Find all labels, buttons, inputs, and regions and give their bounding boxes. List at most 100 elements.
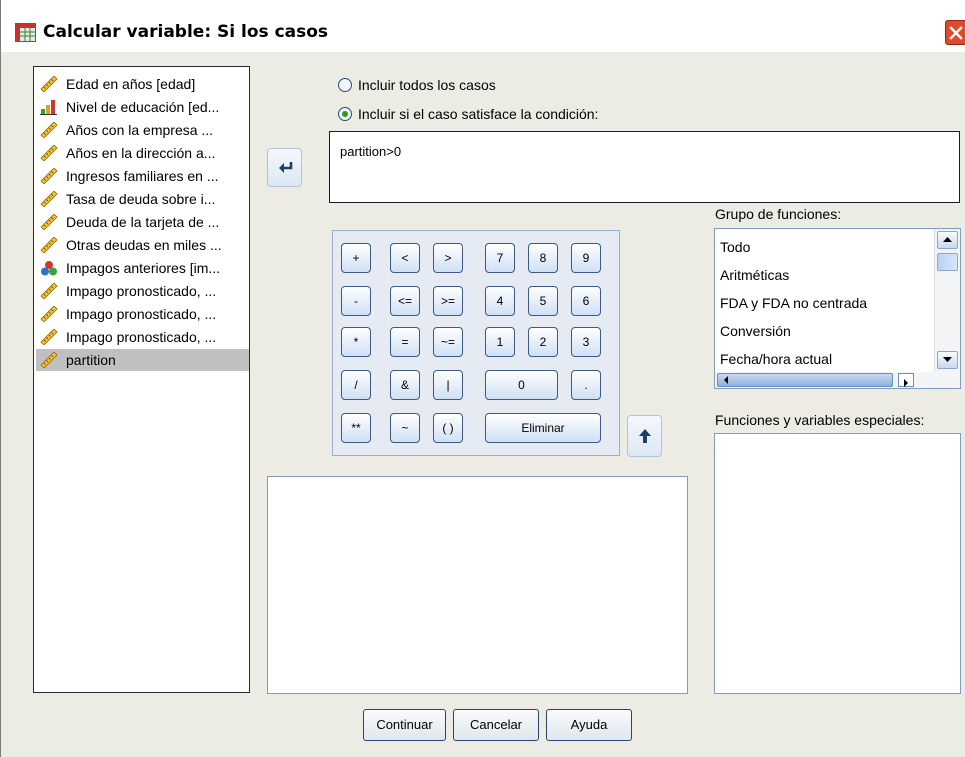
radio-indicator-selected [338, 107, 352, 121]
vertical-scrollbar[interactable] [934, 229, 960, 372]
key-greater-equal-button[interactable]: >= [433, 286, 463, 316]
scroll-up-button[interactable] [937, 231, 958, 249]
ruler-icon [40, 305, 58, 323]
function-group-label: Grupo de funciones: [715, 206, 842, 222]
move-function-button[interactable] [627, 415, 662, 457]
key-digit-1-button[interactable]: 1 [485, 327, 515, 357]
variable-list-item[interactable]: Ingresos familiares en ... [36, 165, 249, 187]
variable-list-item[interactable]: Impagos anteriores [im... [36, 257, 249, 279]
variable-list-item[interactable]: Impago pronosticado, ... [36, 280, 249, 302]
continue-button[interactable]: Continuar [363, 709, 446, 741]
function-description-panel [267, 476, 688, 694]
function-group-item[interactable]: Conversión [720, 323, 791, 339]
special-functions-list[interactable] [714, 433, 961, 694]
cancel-button[interactable]: Cancelar [453, 709, 539, 741]
variable-label: Impago pronosticado, ... [66, 283, 217, 299]
variable-list-item[interactable]: Nivel de educación [ed... [36, 96, 249, 118]
key-not-button[interactable]: ~ [390, 413, 420, 443]
variable-label: Nivel de educación [ed... [66, 99, 220, 115]
horizontal-scroll-thumb[interactable] [717, 373, 893, 387]
variable-label: Impagos anteriores [im... [66, 260, 221, 276]
key-equals-button[interactable]: = [390, 327, 420, 357]
function-group-item[interactable]: FDA y FDA no centrada [720, 295, 867, 311]
key-plus-button[interactable]: + [341, 243, 371, 273]
variable-list-item[interactable]: Años en la dirección a... [36, 142, 249, 164]
bar-chart-icon [40, 99, 58, 115]
key-digit-0-button[interactable]: 0 [485, 370, 558, 400]
variable-list-item[interactable]: Impago pronosticado, ... [36, 303, 249, 325]
function-group-list[interactable]: Todo Aritméticas FDA y FDA no centrada Conv… [714, 228, 961, 389]
key-parentheses-button[interactable]: ( ) [433, 413, 463, 443]
variable-label: Deuda de la tarjeta de ... [66, 214, 220, 230]
key-digit-8-button[interactable]: 8 [528, 243, 558, 273]
key-multiply-button[interactable]: * [341, 327, 371, 357]
horizontal-scrollbar[interactable] [715, 372, 960, 388]
nominal-circles-icon [40, 260, 58, 276]
arrow-return-icon [279, 162, 293, 173]
scroll-down-button[interactable] [937, 351, 958, 369]
vertical-scroll-thumb[interactable] [937, 253, 958, 271]
variable-list-item[interactable]: Tasa de deuda sobre i... [36, 188, 249, 210]
key-digit-9-button[interactable]: 9 [571, 243, 601, 273]
include-all-cases-label: Incluir todos los casos [358, 77, 496, 93]
variable-list-item[interactable]: Años con la empresa ... [36, 119, 249, 141]
close-icon [949, 26, 963, 40]
variable-list-item[interactable]: partition [36, 349, 249, 371]
scroll-right-button[interactable] [898, 373, 914, 387]
key-minus-button[interactable]: - [341, 286, 371, 316]
ruler-icon [40, 328, 58, 346]
calculator-keypad: + < >7 8 9 - <= >= 4 5 6 * = ~= 1 2 3 /& | 0. ** ~ ( ) Eliminar [332, 230, 620, 456]
close-button[interactable] [945, 20, 965, 45]
window-title: Calcular variable: Si los casos [43, 22, 329, 42]
key-greater-than-button[interactable]: > [433, 243, 463, 273]
include-if-condition-label: Incluir si el caso satisface la condició… [358, 106, 599, 122]
key-decimal-button[interactable]: . [571, 370, 601, 400]
key-digit-3-button[interactable]: 3 [571, 327, 601, 357]
variable-list-item[interactable]: Impago pronosticado, ... [36, 326, 249, 348]
key-or-button[interactable]: | [433, 370, 463, 400]
key-digit-5-button[interactable]: 5 [528, 286, 558, 316]
key-delete-button[interactable]: Eliminar [485, 413, 601, 443]
key-digit-6-button[interactable]: 6 [571, 286, 601, 316]
condition-expression-input[interactable]: partition>0 [329, 131, 960, 203]
variable-label: Otras deudas en miles ... [66, 237, 222, 253]
variable-list-item[interactable]: Edad en años [edad] [36, 73, 249, 95]
include-all-cases-radio[interactable]: Incluir todos los casos [338, 77, 638, 95]
radio-indicator [338, 78, 352, 92]
ruler-icon [40, 167, 58, 185]
key-digit-4-button[interactable]: 4 [485, 286, 515, 316]
help-button[interactable]: Ayuda [546, 709, 632, 741]
key-not-equal-button[interactable]: ~= [433, 327, 463, 357]
key-divide-button[interactable]: / [341, 370, 371, 400]
key-less-than-button[interactable]: < [390, 243, 420, 273]
variable-list-item[interactable]: Deuda de la tarjeta de ... [36, 211, 249, 233]
variable-label: Impago pronosticado, ... [66, 306, 217, 322]
ruler-icon [40, 75, 58, 93]
variable-label: Años con la empresa ... [66, 122, 214, 138]
function-group-item[interactable]: Aritméticas [720, 267, 789, 283]
include-if-condition-radio[interactable]: Incluir si el caso satisface la condició… [338, 106, 668, 124]
chevron-down-icon [943, 357, 952, 362]
key-and-button[interactable]: & [390, 370, 420, 400]
move-variable-button[interactable] [267, 148, 302, 187]
function-group-item[interactable]: Todo [720, 239, 750, 255]
key-digit-2-button[interactable]: 2 [528, 327, 558, 357]
dialog-window: Calcular variable: Si los casos Edad en … [0, 0, 965, 757]
function-group-item[interactable]: Fecha/hora actual [720, 351, 832, 367]
key-digit-7-button[interactable]: 7 [485, 243, 515, 273]
condition-expression-text: partition>0 [340, 144, 402, 159]
variable-label: Años en la dirección a... [66, 145, 216, 161]
ruler-icon [40, 236, 58, 254]
variable-list-item[interactable]: Otras deudas en miles ... [36, 234, 249, 256]
key-less-equal-button[interactable]: <= [390, 286, 420, 316]
ruler-icon [40, 213, 58, 231]
key-power-button[interactable]: ** [341, 413, 371, 443]
variable-label: Ingresos familiares en ... [66, 168, 219, 184]
variable-label: partition [66, 352, 116, 368]
ruler-icon [40, 351, 58, 369]
variable-label: Edad en años [edad] [66, 76, 196, 92]
ruler-icon [40, 144, 58, 162]
variable-list[interactable]: Edad en años [edad] Nivel de educación [e… [33, 66, 250, 693]
variable-label: Tasa de deuda sobre i... [66, 191, 216, 207]
data-grid-icon [15, 23, 36, 42]
